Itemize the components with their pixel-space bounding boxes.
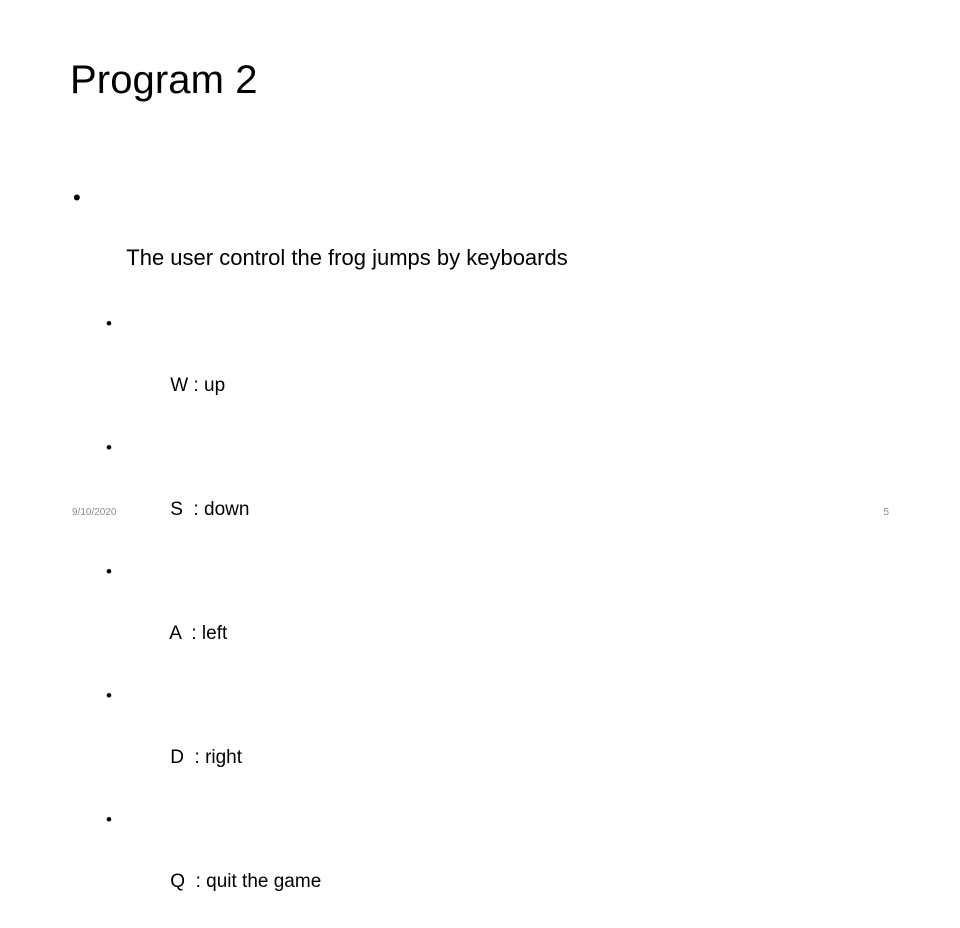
bullet-marker-icon: • [106,686,112,705]
bullet-level2-item-w: • W : up [70,308,900,432]
footer-date: 9/10/2020 [72,507,117,518]
bullet-level2-label: A : left [169,623,228,644]
bullet-level2-list: • W : up • S : down • A : left • D : rig… [70,308,900,928]
slide-body-content: • The user control the frog jumps by key… [70,183,900,928]
bullet-level2-item-s: • S : down [70,432,900,556]
bullet-marker-icon: • [106,438,112,457]
bullet-level2-label: D : right [170,747,243,768]
bullet-level2-item-d: • D : right [70,680,900,804]
bullet-marker-icon: • [106,314,112,333]
bullet-level2-label: W : up [170,375,226,396]
bullet-level2-item-q: • Q : quit the game [70,804,900,928]
bullet-level2-label: S : down [170,499,250,520]
bullet-marker-icon: • [106,562,112,581]
bullet-level1-item: • The user control the frog jumps by key… [70,183,900,303]
bullet-marker-icon: • [73,185,81,210]
slide-title: Program 2 [70,58,258,102]
presentation-slide: Program 2 • The user control the frog ju… [0,0,960,892]
bullet-marker-icon: • [106,810,112,829]
bullet-level1-label: The user control the frog jumps by keybo… [126,245,568,270]
bullet-level2-label: Q : quit the game [170,871,322,892]
bullet-level2-item-a: • A : left [70,556,900,680]
footer-page-number: 5 [883,507,889,518]
